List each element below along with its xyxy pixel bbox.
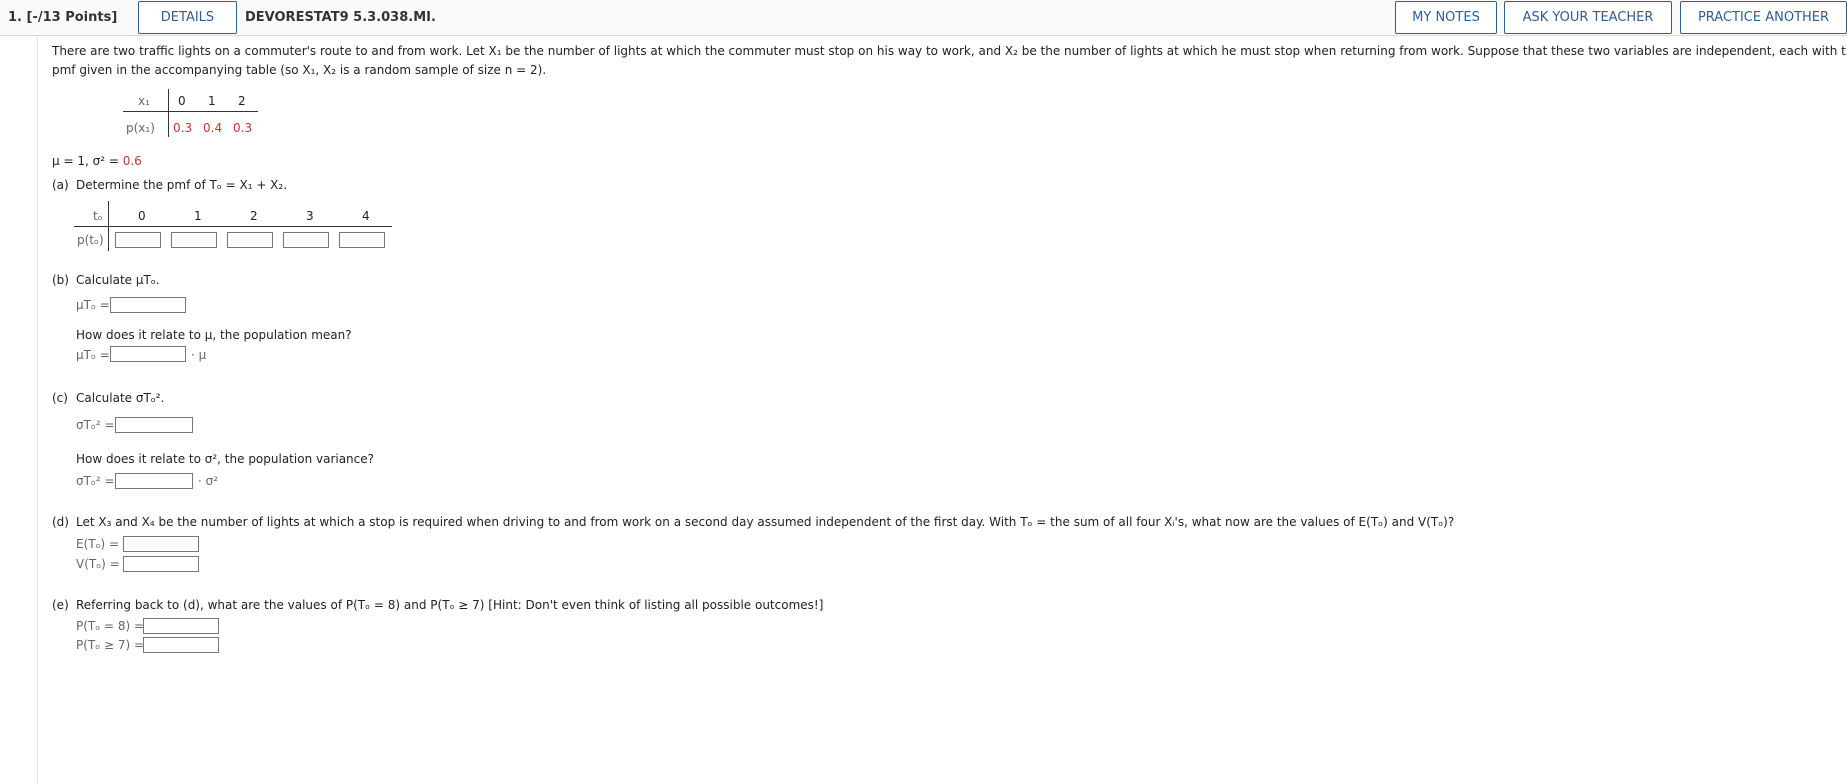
part-b-prompt: Calculate μTₒ. bbox=[76, 273, 160, 287]
question-number: 1. [-/13 Points] bbox=[8, 10, 118, 25]
to-row1-label: tₒ bbox=[93, 209, 103, 223]
mean-relation-input[interactable] bbox=[110, 346, 186, 362]
part-c-prompt: Calculate σTₒ². bbox=[76, 391, 165, 405]
pmf-row2-label: p(x₁) bbox=[126, 121, 155, 135]
practice-another-button[interactable]: PRACTICE ANOTHER bbox=[1680, 1, 1847, 34]
to-value: 0 bbox=[138, 209, 146, 223]
mean-to-input[interactable] bbox=[110, 297, 186, 313]
variance-to-label: σTₒ² = bbox=[76, 418, 115, 432]
variance-relation-suffix: · σ² bbox=[198, 474, 219, 488]
sigma-squared-value: 0.6 bbox=[122, 154, 142, 168]
population-parameters: μ = 1, σ² = 0.6 bbox=[52, 154, 142, 168]
prob-to-ge-7-label: P(Tₒ ≥ 7) = bbox=[76, 638, 145, 652]
pmf-row1-label: x₁ bbox=[138, 94, 150, 108]
pmf-prob: 0.3 bbox=[173, 121, 193, 135]
expected-to-label: E(Tₒ) = bbox=[76, 537, 120, 551]
expected-to-input[interactable] bbox=[123, 536, 199, 552]
pmf-to-1-input[interactable] bbox=[171, 232, 217, 248]
pmf-to-0-input[interactable] bbox=[115, 232, 161, 248]
part-d-prompt: Let X₃ and X₄ be the number of lights at… bbox=[76, 515, 1455, 529]
variance-v-to-input[interactable] bbox=[123, 556, 199, 572]
my-notes-button[interactable]: MY NOTES bbox=[1395, 1, 1497, 34]
to-value: 3 bbox=[306, 209, 314, 223]
part-a-prompt: Determine the pmf of Tₒ = X₁ + X₂. bbox=[76, 178, 288, 192]
variance-relation-input[interactable] bbox=[115, 473, 193, 489]
variance-v-to-label: V(Tₒ) = bbox=[76, 557, 120, 571]
pmf-prob: 0.3 bbox=[233, 121, 253, 135]
pmf-to-3-input[interactable] bbox=[283, 232, 329, 248]
part-a-label: (a) bbox=[52, 178, 69, 192]
to-table-rule bbox=[74, 226, 392, 227]
part-b-label: (b) bbox=[52, 273, 69, 287]
pmf-to-2-input[interactable] bbox=[227, 232, 273, 248]
to-row2-label: p(tₒ) bbox=[77, 233, 104, 247]
intro-line-1: There are two traffic lights on a commut… bbox=[52, 44, 1847, 58]
prob-to-eq-8-label: P(Tₒ = 8) = bbox=[76, 619, 145, 633]
to-table-divider bbox=[108, 201, 109, 251]
pmf-value: 1 bbox=[208, 94, 216, 108]
pmf-value: 2 bbox=[238, 94, 246, 108]
question-body: There are two traffic lights on a commut… bbox=[37, 37, 1847, 783]
pmf-value: 0 bbox=[178, 94, 186, 108]
problem-code: DEVORESTAT9 5.3.038.MI. bbox=[245, 10, 436, 25]
pmf-table-divider bbox=[168, 89, 169, 137]
variance-to-input[interactable] bbox=[115, 417, 193, 433]
pmf-table-rule bbox=[123, 111, 258, 112]
part-c-label: (c) bbox=[52, 391, 68, 405]
mean-relation-suffix: · μ bbox=[191, 348, 207, 362]
prob-to-ge-7-input[interactable] bbox=[143, 637, 219, 653]
mean-relation-label: μTₒ = bbox=[76, 348, 110, 362]
details-button[interactable]: DETAILS bbox=[138, 1, 237, 34]
part-b-relate-prompt: How does it relate to μ, the population … bbox=[76, 328, 352, 342]
ask-your-teacher-button[interactable]: ASK YOUR TEACHER bbox=[1504, 1, 1672, 34]
part-e-prompt: Referring back to (d), what are the valu… bbox=[76, 598, 824, 612]
question-header: 1. [-/13 Points] DETAILS DEVORESTAT9 5.3… bbox=[0, 0, 1847, 36]
intro-line-2: pmf given in the accompanying table (so … bbox=[52, 63, 547, 77]
mu-sigma-label: μ = 1, σ² = bbox=[52, 154, 123, 168]
to-value: 4 bbox=[362, 209, 370, 223]
mean-to-label: μTₒ = bbox=[76, 298, 110, 312]
variance-relation-label: σTₒ² = bbox=[76, 474, 115, 488]
pmf-prob: 0.4 bbox=[203, 121, 223, 135]
prob-to-eq-8-input[interactable] bbox=[143, 618, 219, 634]
part-e-label: (e) bbox=[52, 598, 69, 612]
to-value: 2 bbox=[250, 209, 258, 223]
to-value: 1 bbox=[194, 209, 202, 223]
part-d-label: (d) bbox=[52, 515, 69, 529]
part-c-relate-prompt: How does it relate to σ², the population… bbox=[76, 452, 375, 466]
pmf-to-4-input[interactable] bbox=[339, 232, 385, 248]
